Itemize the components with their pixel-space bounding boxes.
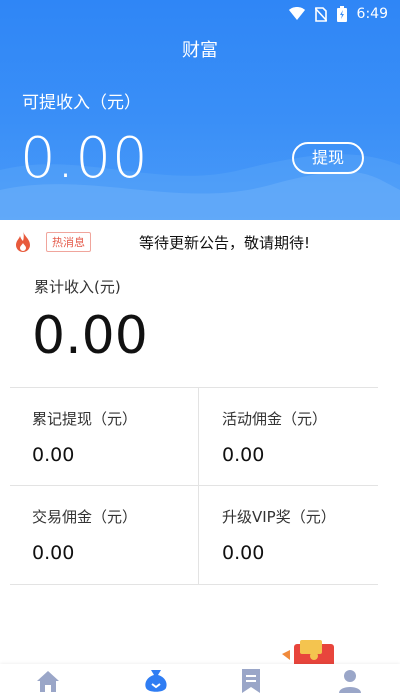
fire-icon	[16, 231, 30, 252]
notice-text: 等待更新公告，敬请期待!	[139, 233, 311, 252]
stat-value: 0.00	[222, 444, 265, 466]
stat-label: 活动佣金（元）	[222, 410, 328, 428]
status-time: 6:49	[356, 6, 388, 22]
stat-value: 0.00	[32, 542, 75, 564]
stat-activity-commission: 活动佣金（元） 0.00	[200, 388, 380, 484]
stat-label: 累记提现（元）	[32, 410, 138, 428]
stat-withdrawn: 累记提现（元） 0.00	[10, 388, 190, 484]
notice-bar[interactable]: 热消息 等待更新公告，敬请期待!	[0, 220, 400, 264]
nav-orders[interactable]	[233, 666, 269, 696]
home-icon	[37, 671, 59, 692]
stat-label: 升级VIP奖（元）	[222, 508, 336, 526]
withdraw-button[interactable]: 提现	[292, 142, 364, 174]
stats-grid: 累记提现（元） 0.00 活动佣金（元） 0.00 交易佣金（元） 0.00 升…	[10, 387, 378, 585]
cumulative-income-amount: 0.00	[32, 306, 148, 366]
no-sim-icon	[314, 6, 327, 22]
nav-wealth[interactable]	[138, 666, 174, 696]
stat-label: 交易佣金（元）	[32, 508, 138, 526]
nav-home[interactable]	[30, 666, 66, 696]
battery-icon	[336, 6, 347, 22]
wealth-bag-icon	[145, 670, 167, 692]
stat-value: 0.00	[222, 542, 265, 564]
stat-value: 0.00	[32, 444, 75, 466]
bookmark-icon	[242, 669, 260, 693]
grid-divider-vertical	[198, 388, 199, 584]
user-icon	[339, 670, 361, 693]
withdrawable-label: 可提收入（元）	[22, 93, 141, 113]
withdrawable-amount: 0.00	[20, 126, 149, 191]
stat-trade-commission: 交易佣金（元） 0.00	[10, 486, 190, 582]
status-bar: 6:49	[0, 0, 400, 28]
wifi-icon	[288, 7, 305, 21]
page-title: 财富	[182, 40, 218, 61]
stat-vip-reward: 升级VIP奖（元） 0.00	[200, 486, 380, 582]
bottom-navigation	[0, 664, 400, 700]
wealth-header: 6:49 财富 可提收入（元） 0.00 提现	[0, 0, 400, 220]
hot-news-badge: 热消息	[46, 232, 91, 252]
cumulative-income-label: 累计收入(元)	[34, 278, 121, 296]
nav-profile[interactable]	[332, 666, 368, 696]
